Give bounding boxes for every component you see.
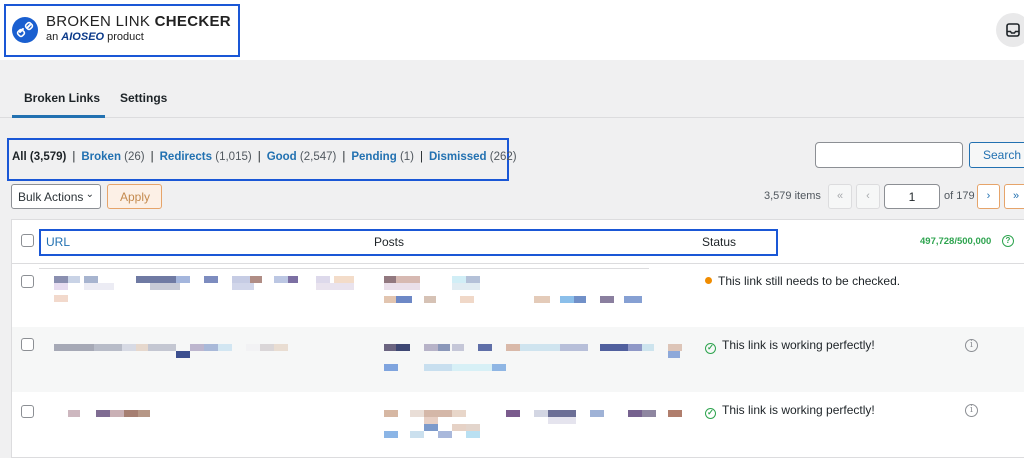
items-count: 3,579 items [764, 190, 821, 202]
next-page-button[interactable]: › [977, 184, 1000, 209]
check-circle-icon: ✓ [705, 343, 716, 354]
chevron-down-icon: ⌄ [85, 189, 94, 200]
status-filters: All (3,579) | Broken (26) | Redirects (1,015… [7, 138, 517, 181]
active-tab-indicator [12, 115, 105, 118]
filter-broken[interactable]: Broken [81, 151, 121, 163]
search-button[interactable]: Search [969, 142, 1024, 168]
tab-broken-links[interactable]: Broken Links [24, 91, 100, 105]
row-checkbox[interactable] [21, 275, 34, 288]
last-page-button[interactable]: » [1004, 184, 1024, 209]
tab-settings[interactable]: Settings [120, 91, 167, 105]
info-icon[interactable]: i [965, 339, 978, 352]
column-status: Status [702, 235, 737, 249]
search-input[interactable] [815, 142, 963, 168]
link-status: ✓ This link is working perfectly! [705, 403, 875, 419]
broken-link-logo-icon [12, 17, 38, 43]
first-page-button[interactable]: « [828, 184, 852, 209]
logo-subtitle: an AIOSEO product [46, 31, 144, 43]
column-posts: Posts [374, 235, 405, 249]
inbox-icon [1006, 23, 1020, 37]
usage-counter: 497,728/500,000 [920, 236, 992, 247]
select-all-checkbox[interactable] [21, 234, 34, 247]
column-headers-highlight [39, 229, 778, 256]
current-page-input[interactable]: 1 [884, 184, 940, 209]
filter-redirects[interactable]: Redirects [160, 151, 212, 163]
table-row: ✓ This link is working perfectly! i [12, 392, 1024, 458]
total-pages: of 179 [944, 190, 975, 202]
check-circle-icon: ✓ [705, 408, 716, 419]
divider [39, 268, 649, 269]
link-status: ✓ This link is working perfectly! [705, 338, 875, 354]
help-icon[interactable]: ? [1002, 235, 1014, 247]
filter-pending[interactable]: Pending [351, 151, 396, 163]
prev-page-button[interactable]: ‹ [856, 184, 880, 209]
table-row: This link still needs to be checked. [12, 264, 1024, 327]
filter-all[interactable]: All (3,579) [12, 151, 66, 163]
table-header: URL Posts Status 497,728/500,000 ? [12, 220, 1024, 264]
link-status: This link still needs to be checked. [705, 274, 900, 288]
apply-button[interactable]: Apply [107, 184, 162, 209]
pending-dot-icon [705, 277, 712, 284]
inbox-button[interactable] [996, 13, 1024, 47]
logo-title: BROKEN LINK CHECKER [46, 13, 231, 30]
filter-good[interactable]: Good [267, 151, 297, 163]
info-icon[interactable]: i [965, 404, 978, 417]
bulk-actions-select[interactable]: Bulk Actions ⌄ [11, 184, 101, 209]
table-row: ✓ This link is working perfectly! i [12, 327, 1024, 392]
tab-bar: Broken Links Settings [0, 60, 1024, 118]
top-bar: BROKEN LINK CHECKER an AIOSEO product [0, 0, 1024, 60]
logo[interactable]: BROKEN LINK CHECKER an AIOSEO product [4, 4, 240, 57]
column-url[interactable]: URL [46, 235, 70, 249]
links-table: URL Posts Status 497,728/500,000 ? This … [11, 219, 1024, 458]
row-checkbox[interactable] [21, 338, 34, 351]
row-checkbox[interactable] [21, 405, 34, 418]
filter-dismissed[interactable]: Dismissed [429, 151, 487, 163]
